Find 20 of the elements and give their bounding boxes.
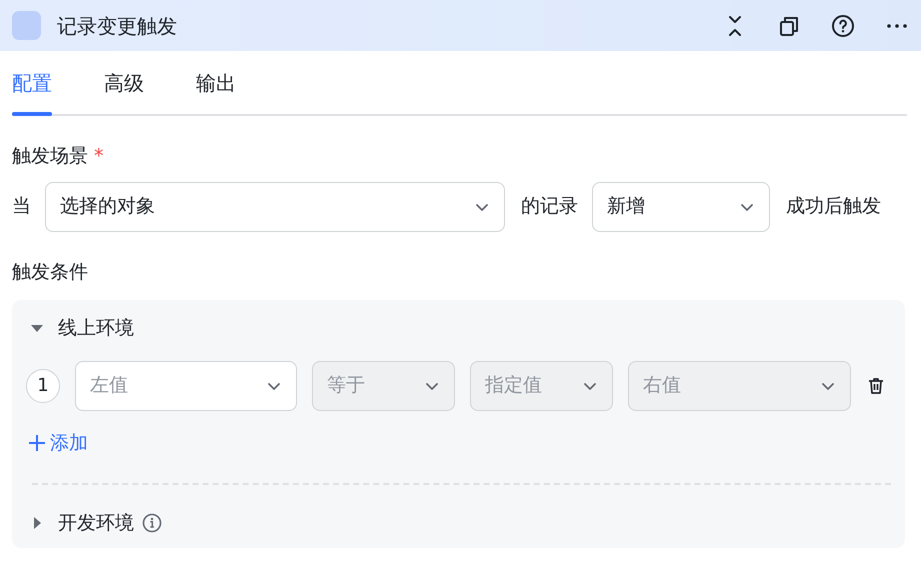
app-icon: [12, 11, 41, 40]
field-label: 触发场景: [12, 144, 88, 169]
environment-toggle[interactable]: 线上环境: [58, 314, 134, 342]
row-number: 1: [26, 368, 60, 402]
dropdown[interactable]: 选择的对象: [45, 182, 505, 232]
plus-icon[interactable]: [28, 434, 46, 452]
field-label: 触发条件: [12, 260, 89, 284]
dropdown[interactable]: 新增: [592, 182, 770, 232]
trash-icon[interactable]: [866, 376, 886, 396]
scene-text: 的记录: [521, 194, 578, 220]
scene-text: 成功后触发: [786, 194, 881, 220]
environment-toggle[interactable]: 开发环境: [58, 509, 134, 538]
add-link[interactable]: 添加: [50, 428, 88, 457]
tab[interactable]: 配置: [12, 51, 52, 114]
tab[interactable]: 高级: [104, 51, 144, 114]
required-mark: *: [94, 144, 104, 169]
help-icon[interactable]: [831, 14, 855, 38]
window-title: 记录变更触发: [57, 12, 177, 40]
scene-text: 当: [12, 194, 31, 220]
tab[interactable]: 输出: [196, 51, 236, 114]
